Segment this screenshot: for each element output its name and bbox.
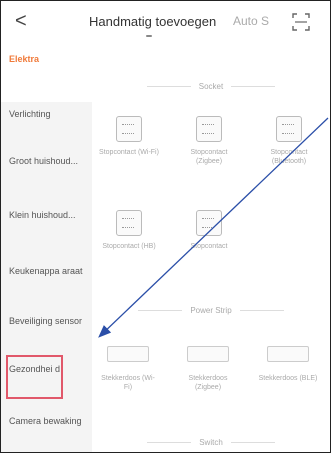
device-label: Stopcontact <box>190 243 228 250</box>
device-content: Socket Stopcontact (Wi-Fi) Stopcontact (… <box>92 44 330 452</box>
device-tile[interactable]: Stopcontact (Wi-Fi) <box>98 116 160 157</box>
device-tile[interactable]: Stopcontact (Zigbee) <box>178 116 240 166</box>
socket-icon <box>116 210 142 236</box>
auto-scan-tab[interactable]: Auto S <box>233 14 269 28</box>
device-label: Stekkerdoos (Zigbee) <box>188 375 228 391</box>
socket-icon <box>196 210 222 236</box>
section-title-power-strip: Power Strip <box>92 306 330 315</box>
device-tile[interactable]: Stekkerdoos (Zigbee) <box>178 346 238 392</box>
device-tile[interactable]: Stopcontact <box>178 210 240 251</box>
device-label: Stekkerdoos (BLE) <box>258 375 318 382</box>
device-label: Stopcontact (Bluetooth) <box>270 149 308 165</box>
section-title-socket: Socket <box>92 82 330 91</box>
device-tile[interactable]: Stopcontact (Bluetooth) <box>258 116 320 166</box>
sidebar-item-groot-huishoud[interactable]: Groot huishoud... <box>1 146 92 204</box>
power-strip-icon <box>107 346 149 362</box>
highlight-box <box>6 355 63 399</box>
device-tile[interactable]: Stekkerdoos (Wi-Fi) <box>98 346 158 392</box>
header: < Handmatig toevoegen Auto S <box>1 1 330 43</box>
section-title-switch: Switch <box>92 438 330 447</box>
sidebar-item-elektra[interactable]: Elektra <box>1 44 92 102</box>
device-label: Stekkerdoos (Wi-Fi) <box>101 375 155 391</box>
page-title: Handmatig toevoegen <box>89 14 217 29</box>
power-strip-icon <box>187 346 229 362</box>
device-tile[interactable]: Stekkerdoos (BLE) <box>258 346 318 383</box>
device-label: Stopcontact (HB) <box>102 243 156 250</box>
socket-icon <box>116 116 142 142</box>
sidebar-item-klein-huishoud[interactable]: Klein huishoud... <box>1 200 92 258</box>
scan-icon[interactable] <box>291 12 311 32</box>
sidebar-item-camera-bewaking[interactable]: Camera bewaking <box>1 406 92 464</box>
socket-icon <box>276 116 302 142</box>
device-label: Stopcontact (Zigbee) <box>190 149 228 165</box>
device-label: Stopcontact (Wi-Fi) <box>99 149 159 156</box>
title-underline <box>146 35 152 37</box>
power-strip-icon <box>267 346 309 362</box>
socket-icon <box>196 116 222 142</box>
back-button[interactable]: < <box>15 11 27 31</box>
device-tile[interactable]: Stopcontact (HB) <box>98 210 160 251</box>
